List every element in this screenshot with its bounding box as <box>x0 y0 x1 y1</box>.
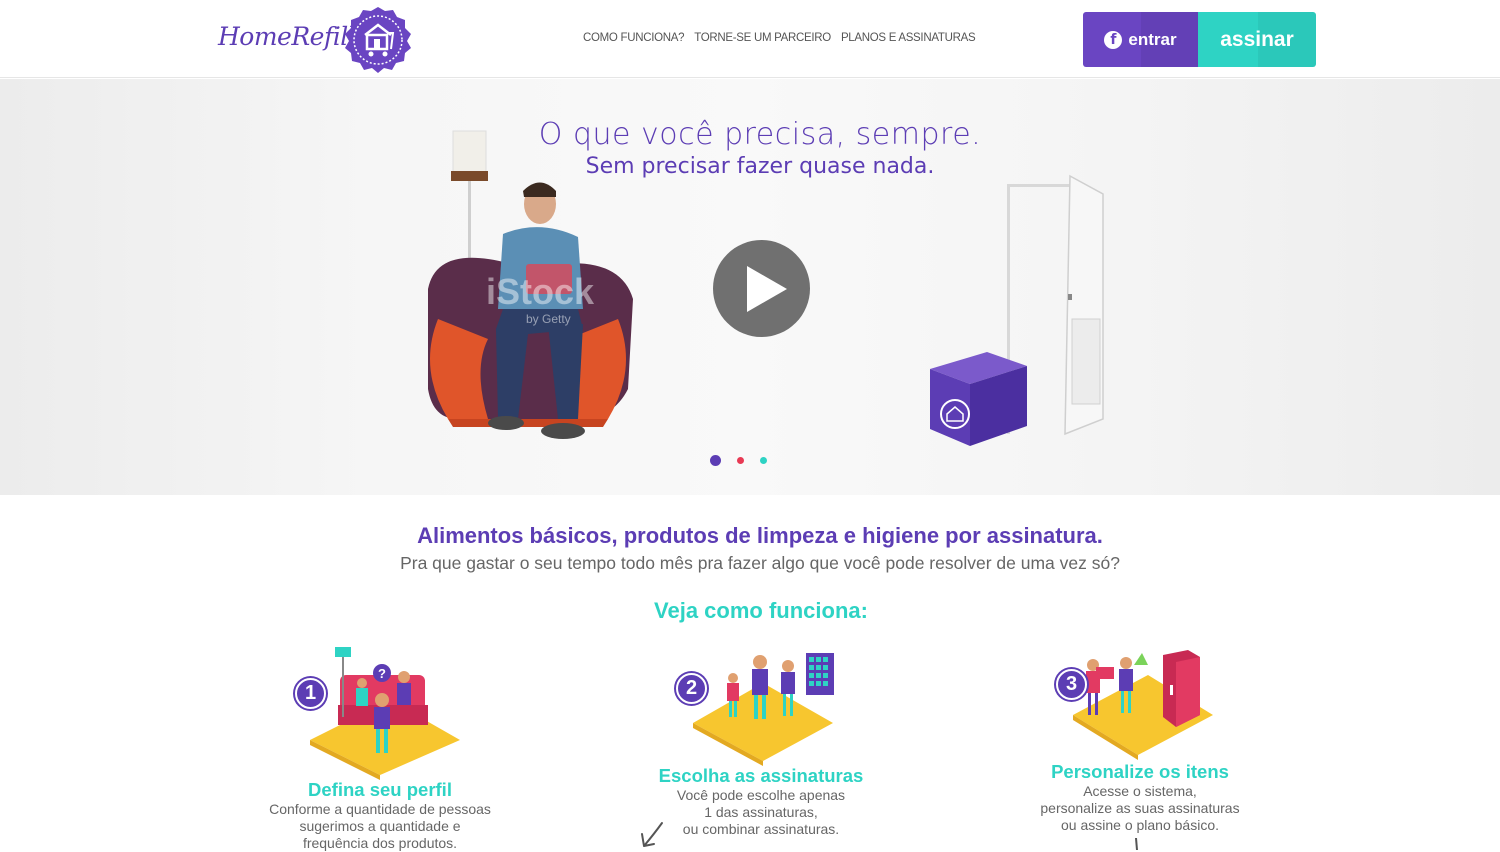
site-header: HomeRefill COMO FUNCIONA? TORNE-SE UM PA… <box>0 0 1500 78</box>
step-1-line-3: frequência dos produtos. <box>302 835 458 851</box>
intro-subtitle: Pra que gastar o seu tempo todo mês pra … <box>400 553 1120 573</box>
arrow-down-icon <box>1135 838 1138 850</box>
subscribe-button[interactable]: assinar <box>1198 12 1316 67</box>
step-1-line-1: Conforme a quantidade de pessoas <box>269 801 491 817</box>
facebook-login-button[interactable]: f entrar <box>1083 12 1198 67</box>
step-3-line-3: ou assine o plano básico. <box>1061 817 1219 833</box>
step-1: Defina seu perfil Conforme a quantidade … <box>240 779 520 852</box>
facebook-icon: f <box>1104 30 1123 49</box>
step-2-illustration <box>693 653 834 766</box>
auth-button-group: f entrar assinar <box>1083 12 1316 67</box>
step-3-line-2: personalize as suas assinaturas <box>1040 800 1240 816</box>
carousel-dot-1[interactable] <box>710 455 721 466</box>
step-1-illustration: ? <box>310 647 460 780</box>
carousel-dot-2[interactable] <box>737 457 744 464</box>
hero-carousel: iStock by Getty O que você precisa, semp… <box>0 79 1500 495</box>
how-it-works-title: Veja como funciona: <box>654 598 868 623</box>
door-and-box-image <box>930 174 1104 446</box>
home-cart-logo-icon[interactable] <box>343 5 413 75</box>
carousel-dot-3[interactable] <box>760 457 767 464</box>
play-video-button[interactable] <box>713 240 810 337</box>
step-2-number: 2 <box>676 673 707 704</box>
hero-title: O que você precisa, sempre. <box>538 117 982 152</box>
watermark-text: iStock <box>486 271 595 312</box>
step-3-illustration <box>1073 650 1213 760</box>
hero-subtitle: Sem precisar fazer quase nada. <box>585 154 935 179</box>
step-2-line-1: Você pode escolhe apenas <box>676 787 846 803</box>
nav-item-como-funciona[interactable]: COMO FUNCIONA? <box>583 32 685 44</box>
step-1-line-2: sugerimos a quantidade e <box>299 818 461 834</box>
nav-item-parceiro[interactable]: TORNE-SE UM PARCEIRO <box>694 32 831 44</box>
step-2-line-2: 1 das assinaturas, <box>704 804 818 820</box>
step-3-title: Personalize os itens <box>1051 761 1229 782</box>
brand-logo-text[interactable]: HomeRefill <box>218 22 356 51</box>
intro-title: Alimentos básicos, produtos de limpeza e… <box>417 523 1103 548</box>
svg-text:?: ? <box>378 666 386 681</box>
main-nav: COMO FUNCIONA? TORNE-SE UM PARCEIRO PLAN… <box>583 32 976 44</box>
watermark-subtext: by Getty <box>526 312 571 326</box>
nav-item-planos[interactable]: PLANOS E ASSINATURAS <box>841 32 976 44</box>
step-3-line-1: Acesse o sistema, <box>1083 783 1197 799</box>
step-3-number: 3 <box>1056 669 1087 700</box>
step-1-title: Defina seu perfil <box>308 779 452 800</box>
arrow-down-left-icon <box>641 822 663 847</box>
step-1-number: 1 <box>295 678 326 709</box>
step-3: Personalize os itens Acesse o sistema, p… <box>1000 761 1280 834</box>
step-2-title: Escolha as assinaturas <box>658 765 864 786</box>
carousel-dots <box>710 455 767 466</box>
